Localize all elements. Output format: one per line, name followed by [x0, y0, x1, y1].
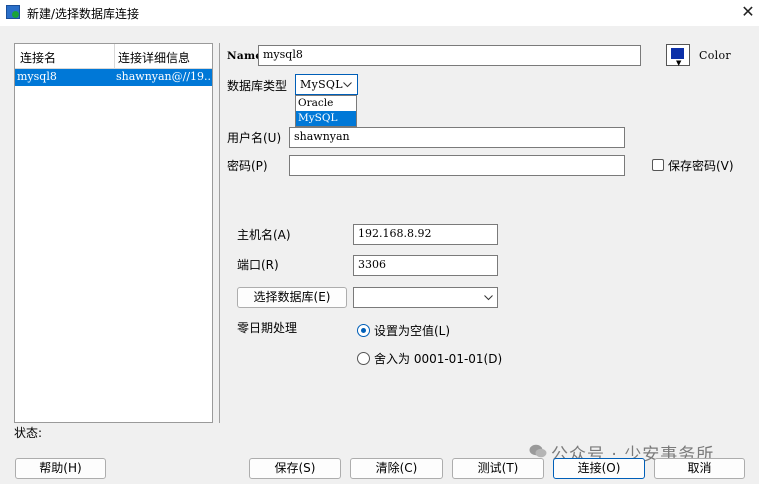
test-button[interactable]: 测试(T): [452, 458, 544, 479]
window-title: 新建/选择数据库连接: [27, 7, 140, 21]
db-type-selected: MySQL: [300, 78, 343, 91]
column-header-name[interactable]: 连接名: [20, 49, 56, 66]
connection-details: shawnyan@//19...: [116, 70, 211, 83]
zero-date-label: 零日期处理: [237, 321, 298, 335]
save-password-label[interactable]: 保存密码(V): [668, 157, 734, 174]
name-input[interactable]: mysql8: [258, 45, 641, 66]
db-type-dropdown-list: Oracle MySQL: [295, 95, 357, 127]
db-type-select[interactable]: MySQL: [295, 74, 358, 95]
color-label: Color: [699, 49, 731, 62]
password-label: 密码(P): [227, 159, 268, 173]
app-icon: [6, 5, 20, 19]
radio-set-null[interactable]: [357, 324, 370, 337]
db-type-option-mysql[interactable]: MySQL: [296, 111, 356, 126]
db-type-label: 数据库类型: [227, 79, 288, 93]
host-input[interactable]: 192.168.8.92: [353, 224, 498, 245]
color-swatch: [671, 48, 684, 59]
clear-button[interactable]: 清除(C): [350, 458, 443, 479]
column-header-details[interactable]: 连接详细信息: [118, 49, 190, 66]
db-type-option-oracle[interactable]: Oracle: [296, 96, 356, 111]
close-icon[interactable]: ✕: [739, 2, 757, 22]
save-password-checkbox[interactable]: [652, 159, 664, 171]
connection-list[interactable]: 连接名 连接详细信息 mysql8 shawnyan@//19...: [14, 43, 213, 423]
title-bar: 新建/选择数据库连接 ✕: [0, 0, 759, 26]
connection-row[interactable]: mysql8 shawnyan@//19...: [15, 69, 212, 86]
dropdown-arrow-icon: ▼: [676, 59, 682, 67]
connection-name: mysql8: [17, 70, 57, 83]
connect-button[interactable]: 连接(O): [553, 458, 645, 479]
wechat-icon: [529, 444, 547, 458]
port-input[interactable]: 3306: [353, 255, 498, 276]
username-input[interactable]: shawnyan: [289, 127, 625, 148]
password-input[interactable]: [289, 155, 625, 176]
status-label: 状态:: [14, 426, 43, 440]
connection-list-header: 连接名 连接详细信息: [15, 44, 212, 69]
help-button[interactable]: 帮助(H): [15, 458, 106, 479]
save-button[interactable]: 保存(S): [249, 458, 341, 479]
select-database-combo[interactable]: [353, 287, 498, 308]
host-label: 主机名(A): [237, 228, 291, 242]
username-label: 用户名(U): [227, 131, 282, 145]
radio-round-to-date-label[interactable]: 舍入为 0001-01-01(D): [374, 350, 502, 367]
radio-set-null-label[interactable]: 设置为空值(L): [374, 322, 450, 339]
panel-divider: [219, 43, 220, 423]
select-database-button[interactable]: 选择数据库(E): [237, 287, 347, 308]
color-picker-button[interactable]: ▼: [666, 44, 690, 67]
column-divider[interactable]: [114, 44, 115, 68]
radio-round-to-date[interactable]: [357, 352, 370, 365]
cancel-button[interactable]: 取消: [654, 458, 745, 479]
port-label: 端口(R): [237, 258, 279, 272]
chevron-down-icon: [484, 295, 493, 301]
chevron-down-icon: [343, 82, 352, 88]
